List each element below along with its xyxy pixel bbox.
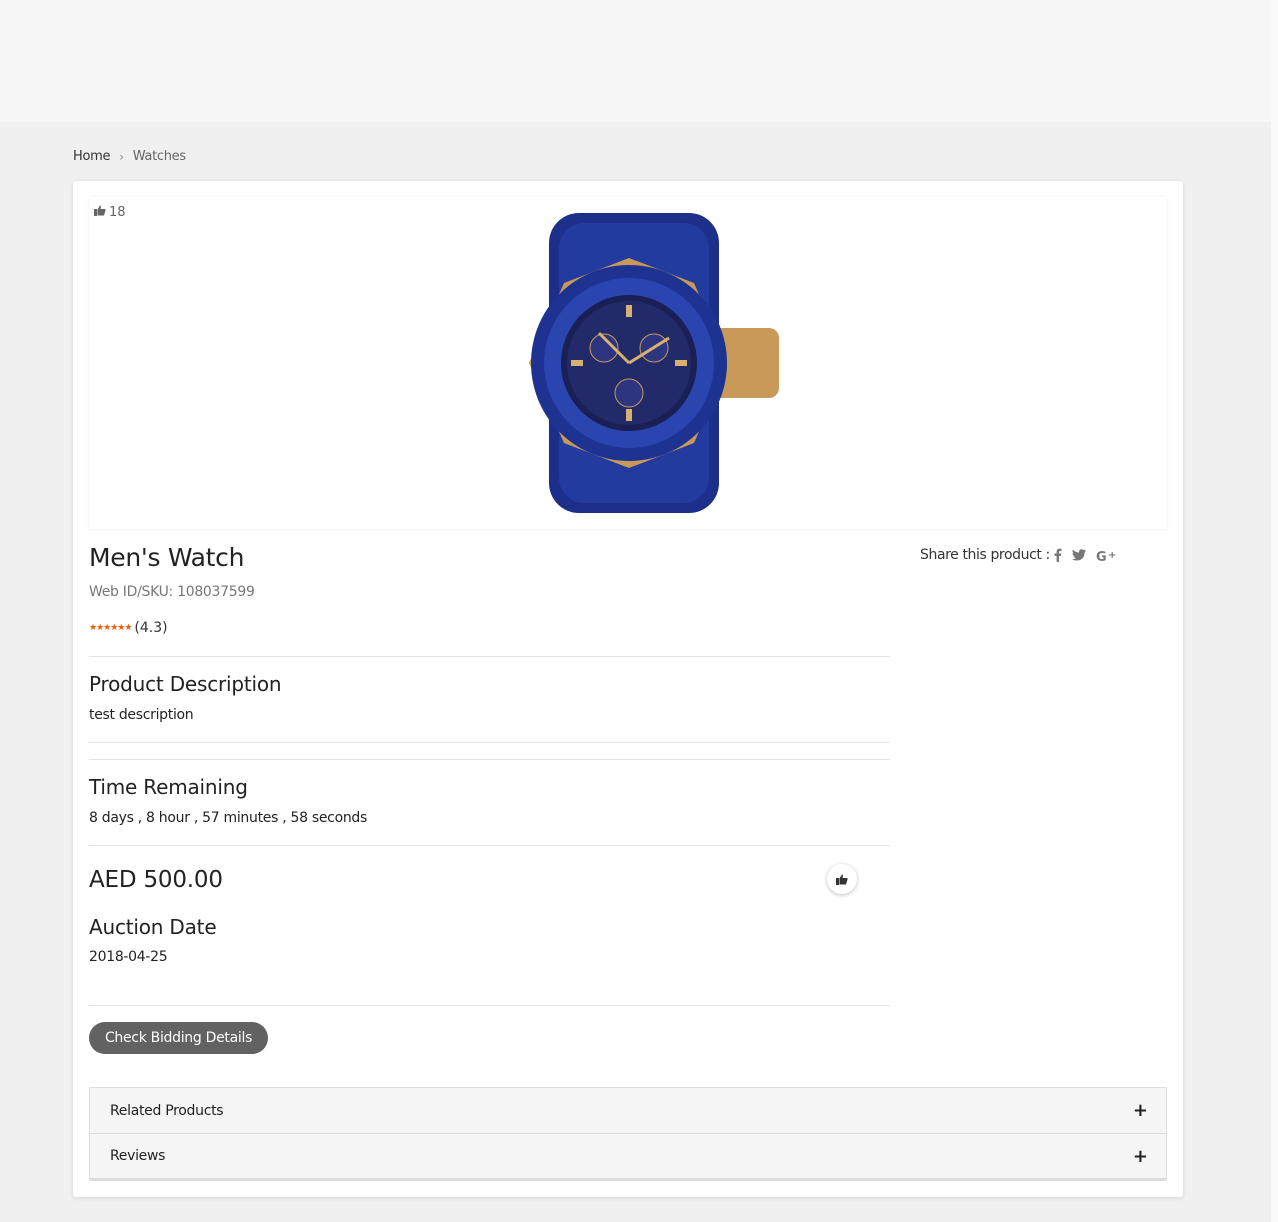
scrollbar-track[interactable] bbox=[1271, 0, 1278, 1222]
breadcrumb-separator: › bbox=[119, 149, 124, 164]
product-image bbox=[529, 213, 779, 513]
divider bbox=[89, 1005, 890, 1006]
rating-stars: ★★★★★★ bbox=[89, 623, 132, 633]
svg-text:G: G bbox=[1096, 550, 1106, 562]
share-label: Share this product : bbox=[920, 547, 1050, 563]
product-price: AED 500.00 bbox=[89, 867, 223, 893]
accordion-label: Reviews bbox=[110, 1148, 166, 1164]
product-image-box: 18 bbox=[89, 197, 1167, 529]
facebook-icon[interactable] bbox=[1054, 548, 1062, 562]
google-plus-icon[interactable]: G + bbox=[1096, 549, 1116, 562]
accordion-related-products[interactable]: Related Products + bbox=[90, 1088, 1166, 1134]
rating-value: (4.3) bbox=[134, 620, 168, 636]
divider bbox=[89, 845, 890, 846]
auction-date-value: 2018-04-25 bbox=[89, 949, 168, 965]
plus-icon[interactable]: + bbox=[1133, 1100, 1148, 1121]
header-bar bbox=[0, 0, 1271, 122]
divider bbox=[89, 759, 890, 760]
time-remaining-value: 8 days , 8 hour , 57 minutes , 58 second… bbox=[89, 810, 368, 826]
accordion-reviews[interactable]: Reviews + bbox=[90, 1134, 1166, 1180]
accordion-label: Related Products bbox=[110, 1102, 224, 1119]
breadcrumb-home-link[interactable]: Home bbox=[73, 149, 111, 164]
auction-date-title: Auction Date bbox=[89, 915, 217, 939]
breadcrumb-current: Watches bbox=[132, 149, 186, 164]
check-bidding-details-button[interactable]: Check Bidding Details bbox=[89, 1022, 268, 1054]
product-accordion: Related Products + Reviews + bbox=[89, 1087, 1167, 1181]
time-remaining-title: Time Remaining bbox=[89, 775, 248, 799]
breadcrumb: Home › Watches bbox=[73, 149, 186, 164]
like-count: 18 bbox=[94, 205, 126, 220]
description-text: test description bbox=[89, 707, 194, 723]
product-sku: Web ID/SKU: 108037599 bbox=[89, 584, 255, 600]
divider bbox=[89, 742, 890, 743]
share-product: Share this product : G + bbox=[920, 547, 1116, 563]
product-title: Men's Watch bbox=[89, 543, 245, 572]
like-button[interactable] bbox=[827, 864, 857, 894]
plus-icon[interactable]: + bbox=[1133, 1146, 1148, 1167]
thumbs-up-icon bbox=[94, 205, 106, 220]
svg-text:+: + bbox=[1108, 550, 1116, 561]
product-rating: ★★★★★★ (4.3) bbox=[89, 620, 168, 636]
description-title: Product Description bbox=[89, 672, 282, 696]
divider bbox=[89, 656, 890, 657]
twitter-icon[interactable] bbox=[1071, 549, 1086, 561]
thumbs-up-icon bbox=[836, 870, 848, 889]
product-card: 18 Men's Watch Web ID/SKU: 108037599 ★★★… bbox=[73, 181, 1183, 1197]
like-count-value: 18 bbox=[109, 205, 126, 220]
